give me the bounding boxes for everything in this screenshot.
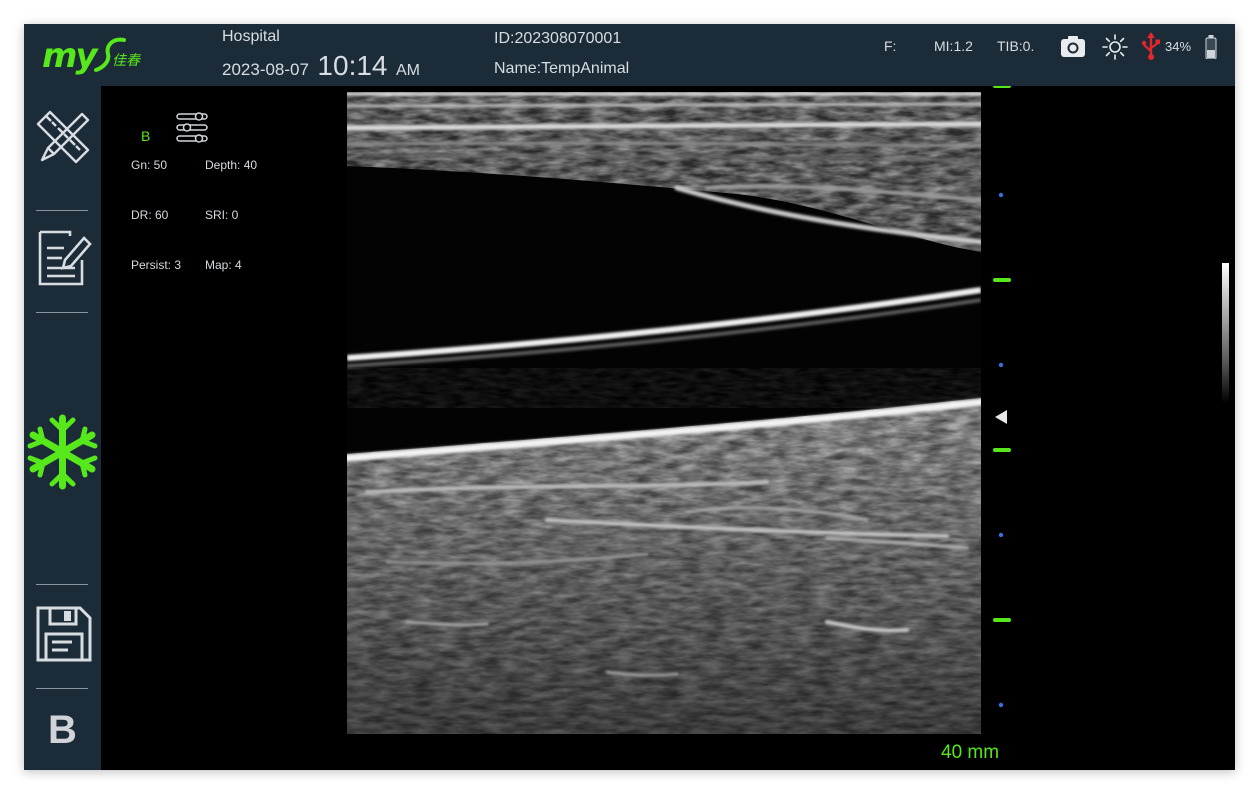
battery-icon — [1205, 35, 1217, 59]
measure-tool-button[interactable] — [32, 106, 94, 168]
toolbar-divider — [36, 312, 88, 313]
save-button[interactable] — [32, 602, 94, 664]
depth-value: Depth: 40 — [205, 158, 258, 172]
imaging-mode-label: B — [141, 128, 151, 144]
scale-minor-tick — [998, 362, 1004, 368]
logo-chinese-text: 佳春 — [112, 53, 140, 69]
tib-value: TIB:0. — [997, 38, 1035, 54]
focus-marker-icon[interactable] — [995, 410, 1007, 424]
gain-value: Gn: 50 — [131, 158, 168, 172]
depth-scale — [993, 86, 1011, 708]
frequency-label: F: — [884, 38, 897, 54]
ultrasound-screen: my 佳春 Hospital 2023-08-07 10:14 AM ID:20… — [24, 24, 1235, 770]
patient-name: Name:TempAnimal — [494, 60, 630, 77]
patient-id: ID:202308070001 — [494, 30, 622, 47]
image-area: B Gn: 50 Depth: 40 DR: 60 SRI: 0 Persist… — [101, 86, 1235, 770]
time: 10:14 — [317, 50, 388, 81]
persist-value: Persist: 3 — [131, 258, 182, 272]
camera-icon[interactable] — [1060, 34, 1086, 58]
toolbar-divider — [36, 210, 88, 211]
dr-value: DR: 60 — [131, 208, 169, 222]
date-time: 2023-08-07 10:14 AM — [222, 50, 420, 82]
freeze-button[interactable] — [24, 412, 101, 492]
depth-scale-label: 40 mm — [941, 742, 1000, 763]
sri-value: SRI: 0 — [205, 208, 239, 222]
left-toolbar: B — [24, 86, 101, 770]
usb-icon — [1142, 32, 1160, 60]
grayscale-bar — [1222, 263, 1229, 403]
scale-minor-tick — [998, 532, 1004, 538]
ultrasound-image[interactable] — [347, 92, 981, 734]
brand-logo: my 佳春 — [42, 34, 172, 78]
toolbar-divider — [36, 584, 88, 585]
logo-brand-text: my — [42, 36, 98, 76]
scale-minor-tick — [998, 702, 1004, 708]
top-bar: my 佳春 Hospital 2023-08-07 10:14 AM ID:20… — [24, 24, 1235, 86]
image-settings-icon[interactable] — [175, 112, 215, 144]
b-mode-button[interactable]: B — [24, 708, 101, 753]
hospital-name: Hospital — [222, 28, 280, 45]
map-value: Map: 4 — [205, 258, 242, 272]
scale-minor-tick — [998, 192, 1004, 198]
brightness-icon[interactable] — [1102, 34, 1128, 60]
battery-percent: 34% — [1165, 39, 1192, 54]
date: 2023-08-07 — [222, 60, 309, 79]
mi-value: MI:1.2 — [934, 38, 973, 54]
am-pm: AM — [395, 62, 420, 79]
toolbar-divider — [36, 688, 88, 689]
report-button[interactable] — [32, 226, 94, 288]
